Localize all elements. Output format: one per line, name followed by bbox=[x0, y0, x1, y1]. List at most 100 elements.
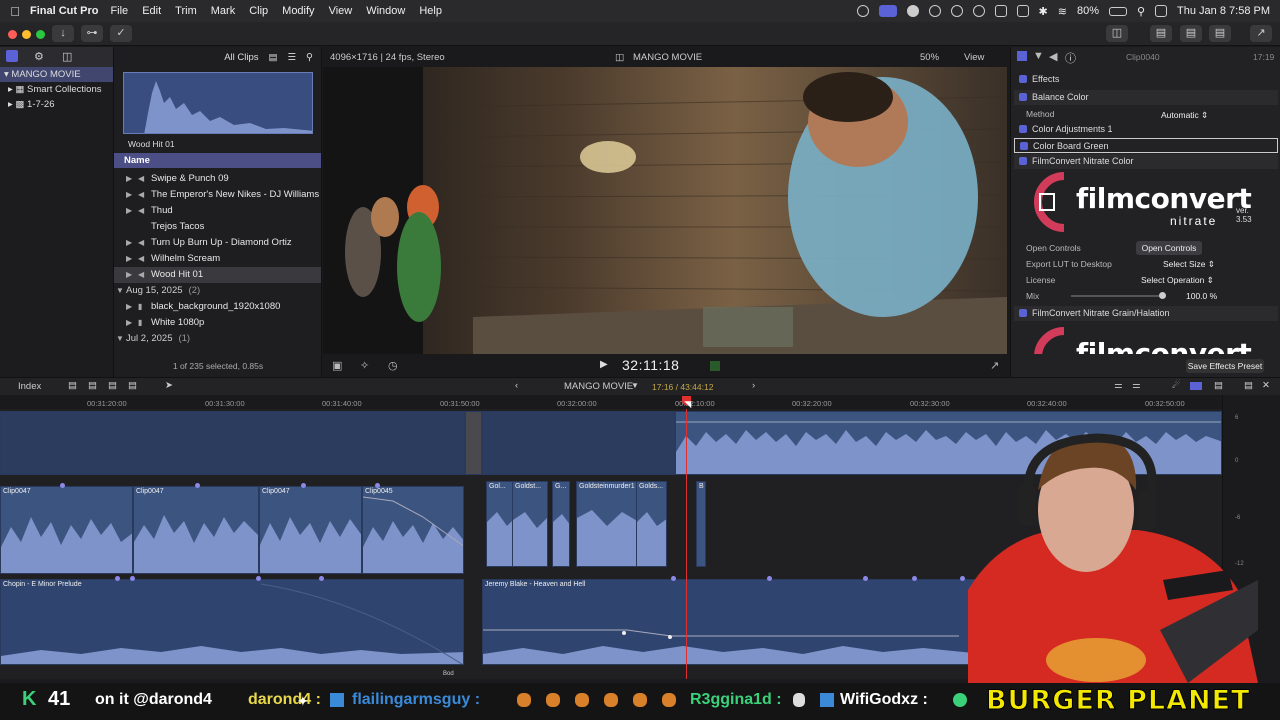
chevron-down-icon[interactable]: ▼ bbox=[631, 381, 639, 390]
play-icon[interactable] bbox=[950, 5, 963, 17]
disclosure-icon[interactable]: ▼ bbox=[116, 283, 124, 299]
keyframe-marker[interactable] bbox=[767, 576, 772, 581]
bluetooth-icon[interactable]: ✱ bbox=[1039, 5, 1048, 18]
timeline-clip[interactable]: B bbox=[696, 481, 706, 567]
music-clip[interactable]: Chopin - E Minor Prelude bbox=[0, 579, 464, 665]
menu-trim[interactable]: Trim bbox=[175, 5, 197, 17]
close-window-icon[interactable] bbox=[8, 30, 17, 39]
disclosure-icon[interactable]: ▶ bbox=[126, 171, 132, 187]
list-item[interactable]: Trejos Tacos bbox=[114, 219, 322, 235]
titles-icon[interactable]: ◫ bbox=[62, 50, 72, 63]
photos-icon[interactable]: ⚙ bbox=[34, 50, 44, 63]
libraries-icon[interactable] bbox=[6, 50, 18, 62]
status-icon[interactable] bbox=[856, 5, 869, 17]
mix-slider-knob[interactable] bbox=[1159, 292, 1166, 299]
index-button[interactable]: Index bbox=[18, 381, 41, 392]
keyframe-marker[interactable] bbox=[301, 483, 306, 488]
clock-icon[interactable] bbox=[972, 5, 985, 17]
date-group-header[interactable]: ▼ Jul 2, 2025 (1) bbox=[114, 331, 322, 347]
effect-color-adjustments[interactable]: Color Adjustments 1 bbox=[1014, 122, 1278, 137]
disclosure-icon[interactable]: ▼ bbox=[116, 331, 124, 347]
timeline-index-icon[interactable]: ▤ bbox=[1244, 380, 1253, 391]
transform-icon[interactable]: ▣ bbox=[332, 359, 342, 372]
effect-filmconvert-color[interactable]: FilmConvert Nitrate Color bbox=[1014, 154, 1278, 169]
timeline-clip[interactable]: Clip0047 bbox=[133, 486, 259, 574]
keyframe-marker[interactable] bbox=[960, 576, 965, 581]
effect-checkbox[interactable] bbox=[1019, 93, 1027, 101]
layout-button[interactable]: ◫ bbox=[1106, 25, 1128, 42]
connect-clip-icon[interactable]: ▤ bbox=[68, 380, 77, 391]
speed-icon[interactable]: ◷ bbox=[388, 359, 398, 372]
timeline-clip[interactable]: G... bbox=[552, 481, 570, 567]
keyframe-marker[interactable] bbox=[671, 576, 676, 581]
keyframe-marker[interactable] bbox=[60, 483, 65, 488]
timeline-clip[interactable] bbox=[482, 411, 675, 475]
back-arrow-icon[interactable]: ‹ bbox=[515, 380, 518, 391]
disclosure-icon[interactable]: ▶ bbox=[126, 235, 132, 251]
keyframe-marker[interactable] bbox=[319, 576, 324, 581]
keyframe-marker[interactable] bbox=[863, 576, 868, 581]
disclosure-icon[interactable]: ▶ bbox=[126, 187, 132, 203]
forward-arrow-icon[interactable]: › bbox=[752, 380, 755, 391]
effect-filmconvert-grain[interactable]: FilmConvert Nitrate Grain/Halation bbox=[1014, 306, 1278, 321]
method-dropdown[interactable]: Automatic ⇕ bbox=[1161, 110, 1208, 121]
list-item[interactable]: ▶ ◀ The Emperor's New Nikes - DJ Williams bbox=[114, 187, 322, 203]
timeline-ruler[interactable]: 00:31:20:00 00:31:30:00 00:31:40:00 00:3… bbox=[0, 395, 1222, 409]
timeline-clip[interactable]: Golds... bbox=[636, 481, 667, 567]
sidebar-item-library[interactable]: ▾ MANGO MOVIE bbox=[0, 67, 113, 82]
enhance-icon[interactable]: ✧ bbox=[360, 359, 369, 372]
menu-edit[interactable]: Edit bbox=[142, 5, 161, 17]
show-browser-button[interactable]: ▤ bbox=[1150, 25, 1172, 42]
search-icon[interactable]: ⚲ bbox=[1137, 5, 1145, 18]
view-dropdown[interactable]: View bbox=[964, 52, 984, 63]
list-item[interactable]: ▶ ▮ White 1080p bbox=[114, 315, 322, 331]
mix-value[interactable]: 100.0 % bbox=[1186, 291, 1217, 301]
disclosure-icon[interactable]: ▶ bbox=[126, 315, 132, 331]
keyframe-marker[interactable] bbox=[668, 635, 672, 639]
keyframe-marker[interactable] bbox=[115, 576, 120, 581]
export-lut-dropdown[interactable]: Select Size ⇕ bbox=[1163, 259, 1215, 270]
skimming-icon[interactable]: ▤ bbox=[1214, 380, 1223, 391]
timeline-clip[interactable]: Goldst... bbox=[512, 481, 548, 567]
keyframe-marker[interactable] bbox=[130, 576, 135, 581]
minimize-window-icon[interactable] bbox=[22, 30, 31, 39]
playhead[interactable] bbox=[686, 409, 687, 679]
battery-icon[interactable] bbox=[1108, 6, 1127, 16]
timeline-clip[interactable]: Clip0047 bbox=[259, 486, 362, 574]
overwrite-clip-icon[interactable]: ▤ bbox=[128, 380, 137, 391]
snapping-icon[interactable] bbox=[1190, 382, 1202, 390]
clip-filter-dropdown[interactable]: All Clips bbox=[224, 52, 258, 63]
apple-icon[interactable]:  bbox=[0, 4, 30, 19]
list-item[interactable]: ▶ ◀ Turn Up Burn Up - Diamond Ortiz bbox=[114, 235, 322, 251]
timeline-project-name[interactable]: MANGO MOVIE bbox=[564, 381, 633, 392]
show-inspector-button[interactable]: ▤ bbox=[1209, 25, 1231, 42]
zoom-slider-icon[interactable]: ⚌ bbox=[1132, 380, 1141, 391]
browser-search-icon[interactable]: ⚲ bbox=[306, 52, 313, 63]
color-inspector-icon[interactable]: ▼ bbox=[1033, 50, 1044, 62]
license-dropdown[interactable]: Select Operation ⇕ bbox=[1141, 275, 1214, 286]
gap-clip[interactable] bbox=[465, 411, 482, 475]
info-inspector-icon[interactable]: ⓘ bbox=[1065, 50, 1076, 66]
close-timeline-icon[interactable]: ✕ bbox=[1262, 380, 1270, 391]
keyframe-marker[interactable] bbox=[375, 483, 380, 488]
play-button[interactable]: ▶ bbox=[600, 359, 608, 370]
menu-view[interactable]: View bbox=[329, 5, 353, 17]
menu-help[interactable]: Help bbox=[419, 5, 442, 17]
list-item-selected[interactable]: ▶ ◀ Wood Hit 01 bbox=[114, 267, 322, 283]
zoom-dropdown[interactable]: 50% bbox=[920, 52, 939, 63]
sidebar-item-event[interactable]: ▸ ▩ 1-7-26 bbox=[0, 97, 113, 112]
effect-checkbox[interactable] bbox=[1019, 157, 1027, 165]
display-icon[interactable] bbox=[1016, 5, 1029, 17]
disclosure-icon[interactable]: ▶ bbox=[126, 299, 132, 315]
insert-clip-icon[interactable]: ▤ bbox=[88, 380, 97, 391]
menu-modify[interactable]: Modify bbox=[282, 5, 314, 17]
sidebar-item-smart-collections[interactable]: ▸ ▦ Smart Collections bbox=[0, 82, 113, 97]
effect-color-board[interactable]: Color Board Green bbox=[1014, 138, 1278, 153]
effect-checkbox[interactable] bbox=[1020, 142, 1028, 150]
filmstrip-view-icon[interactable]: ▤ bbox=[269, 52, 278, 63]
app-name-menu[interactable]: Final Cut Pro bbox=[30, 5, 98, 17]
save-effects-preset-button[interactable]: Save Effects Preset bbox=[1186, 359, 1264, 373]
menu-mark[interactable]: Mark bbox=[211, 5, 235, 17]
timeline-clip[interactable]: Goldsteinmurder1 bbox=[576, 481, 638, 567]
headphones-icon[interactable]: ☄ bbox=[1172, 380, 1181, 391]
